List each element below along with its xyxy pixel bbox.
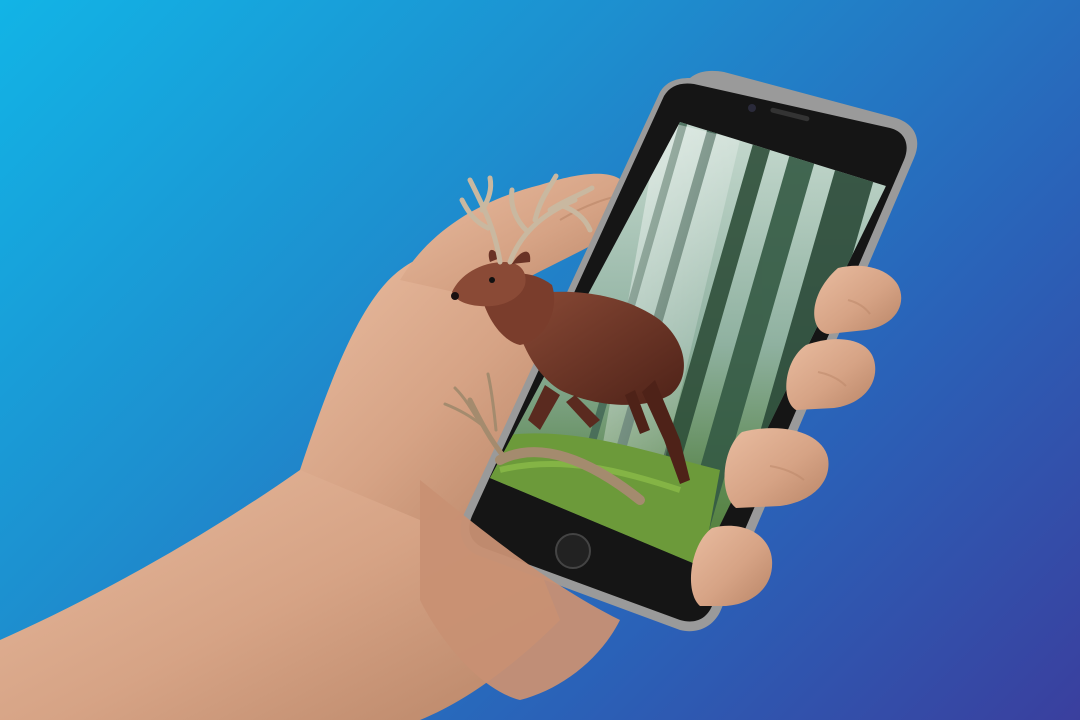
ar-deer-scene	[0, 0, 1080, 720]
scene-illustration	[0, 70, 918, 720]
home-button	[555, 533, 591, 569]
camera-lens	[748, 104, 756, 112]
